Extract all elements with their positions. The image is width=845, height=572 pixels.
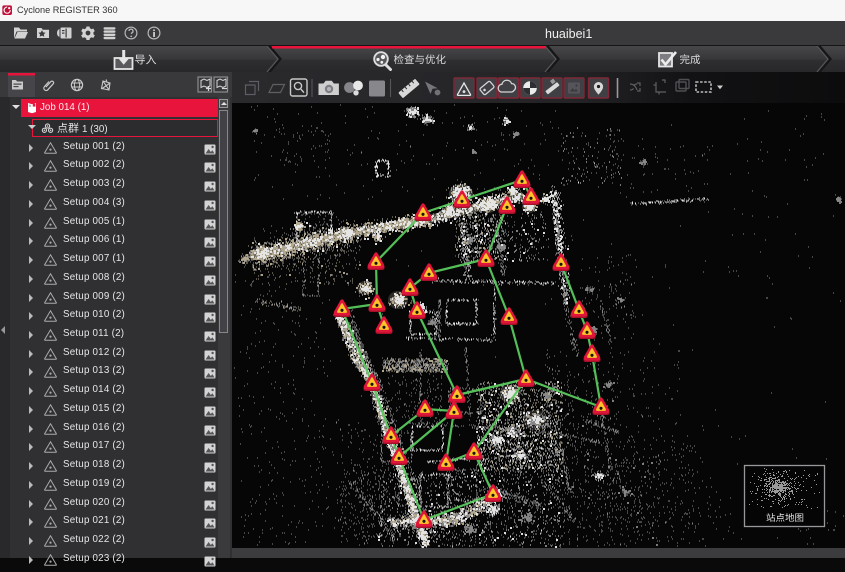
svg-text:1 (30): 1 (30) — [82, 124, 108, 135]
